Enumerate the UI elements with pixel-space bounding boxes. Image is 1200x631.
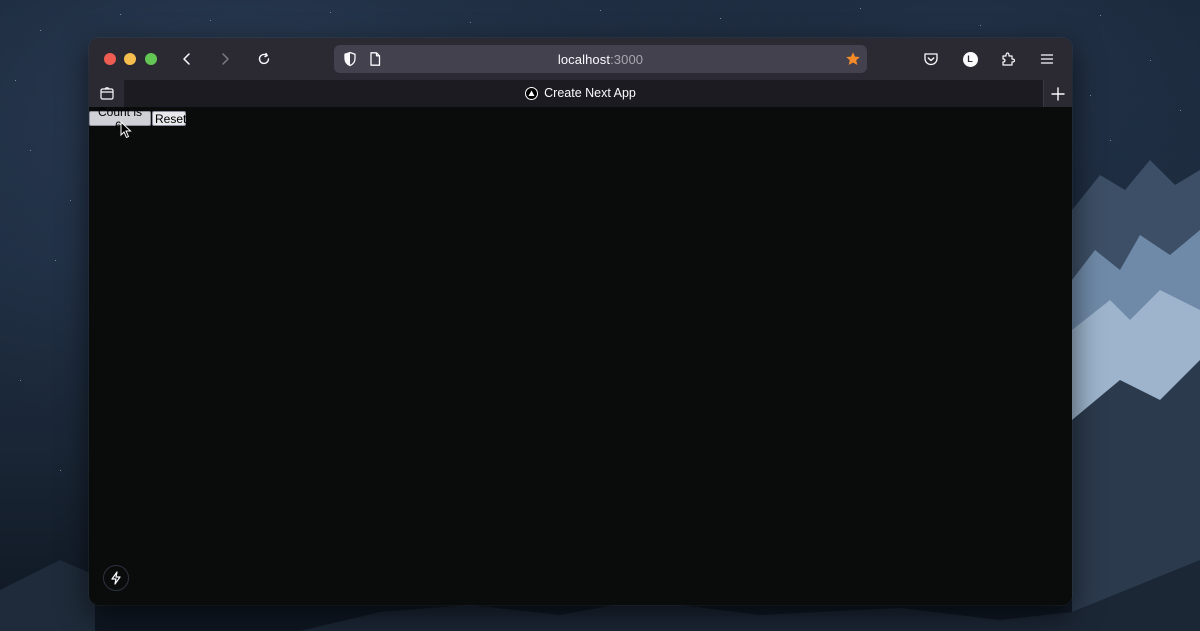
address-bar[interactable]: localhost:3000 [334,45,867,73]
hamburger-menu-icon [1040,54,1054,64]
account-icon: L [962,51,978,67]
reset-button[interactable]: Reset [152,111,186,126]
lightning-icon [111,571,121,585]
url-port: :3000 [610,52,644,67]
mouse-cursor-icon [120,121,132,139]
url-host: localhost [557,52,611,67]
app-menu-button[interactable] [1038,50,1056,68]
tab-bar: Create Next App [89,80,1072,107]
window-close-button[interactable] [104,53,116,65]
chevron-right-icon [222,53,229,65]
next-favicon-icon [525,86,539,100]
next-dev-indicator-button[interactable] [103,565,129,591]
window-maximize-button[interactable] [145,53,157,65]
forward-button[interactable] [215,49,235,69]
reload-icon [258,52,270,65]
bookmark-star-icon[interactable] [845,51,861,67]
url-text[interactable]: localhost:3000 [334,52,867,67]
back-button[interactable] [177,49,197,69]
plus-icon [1051,86,1065,101]
chevron-left-icon [183,53,190,65]
account-button[interactable]: L [961,50,979,68]
extensions-button[interactable] [999,50,1017,68]
window-minimize-button[interactable] [124,53,136,65]
pocket-button[interactable] [922,50,940,68]
account-initial: L [967,53,973,64]
page-content: Count is 6. Reset [89,105,1072,605]
active-tab[interactable]: Create Next App [89,86,1072,100]
pocket-icon [924,53,938,66]
browser-window: localhost:3000 L Create Next App Count i… [89,38,1072,605]
new-tab-button[interactable] [1043,80,1072,107]
puzzle-icon [1002,52,1016,66]
browser-toolbar: localhost:3000 L [89,38,1072,80]
tab-title: Create Next App [544,86,636,100]
reload-button[interactable] [254,49,274,69]
